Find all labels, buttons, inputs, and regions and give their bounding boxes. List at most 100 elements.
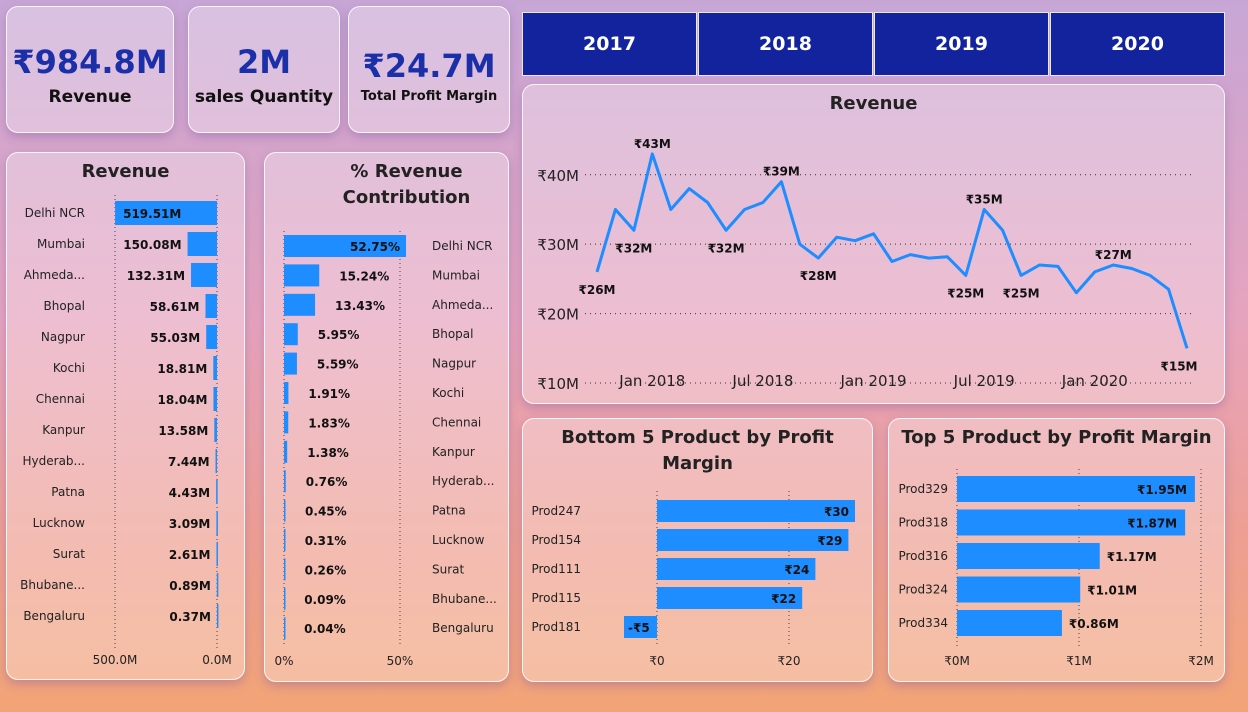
data-label: 18.04M xyxy=(158,393,208,407)
data-label: ₹26M xyxy=(579,283,616,297)
year-button-2019[interactable]: 2019 xyxy=(874,12,1049,76)
category-label: Patna xyxy=(432,504,466,518)
category-label: Bhubane... xyxy=(432,592,497,606)
category-label: Prod181 xyxy=(531,620,581,634)
x-tick-label: 50% xyxy=(387,654,414,668)
category-label: Nagpur xyxy=(41,330,85,344)
data-label: ₹0.86M xyxy=(1069,617,1119,631)
category-label: Prod247 xyxy=(531,504,581,518)
data-label: ₹24 xyxy=(784,563,809,577)
kpi-quantity-value: 2M xyxy=(236,43,292,81)
data-label: 58.61M xyxy=(150,300,200,314)
top5-chart: Prod329 ₹1.95M Prod318 ₹1.87M Prod316 ₹1.17M P… xyxy=(898,469,1214,668)
bar xyxy=(191,263,217,287)
data-label: ₹1.17M xyxy=(1107,550,1157,564)
category-label: Lucknow xyxy=(432,533,485,547)
category-label: Kochi xyxy=(53,361,85,375)
data-label: 0.04% xyxy=(304,622,346,636)
x-tick-label: Jul 2018 xyxy=(731,372,793,390)
category-label: Lucknow xyxy=(33,516,86,530)
bar xyxy=(284,499,286,522)
data-label: 1.38% xyxy=(307,446,349,460)
data-label: 13.58M xyxy=(158,424,208,438)
data-label: 0.09% xyxy=(304,593,346,607)
category-label: Mumbai xyxy=(432,268,480,282)
category-label: Prod324 xyxy=(898,583,948,597)
bar xyxy=(187,232,217,256)
category-label: Bengaluru xyxy=(23,609,85,623)
data-label: ₹25M xyxy=(947,286,984,300)
bar xyxy=(284,293,316,316)
y-tick-label: ₹10M xyxy=(537,375,579,393)
category-label: Delhi NCR xyxy=(432,239,492,253)
bar xyxy=(215,449,218,473)
data-label: ₹27M xyxy=(1095,248,1132,262)
year-button-2020[interactable]: 2020 xyxy=(1050,12,1225,76)
x-tick-label: Jan 2020 xyxy=(1061,372,1128,390)
data-label: ₹30 xyxy=(824,505,849,519)
bar xyxy=(216,542,218,566)
category-label: Bhopal xyxy=(44,299,85,313)
data-label: 5.59% xyxy=(317,358,359,372)
category-label: Ahmeda... xyxy=(432,298,493,312)
bar xyxy=(284,264,320,287)
category-label: Ahmeda... xyxy=(24,268,85,282)
bar xyxy=(213,356,217,380)
data-label: 5.95% xyxy=(318,328,360,342)
bar xyxy=(284,440,288,463)
data-label: 519.51M xyxy=(123,207,181,221)
data-label: ₹28M xyxy=(800,269,837,283)
data-label: 0.26% xyxy=(305,563,347,577)
kpi-revenue-value: ₹984.8M xyxy=(12,43,168,81)
bar xyxy=(284,352,297,375)
contribution-card: % Revenue Contribution 52.75% Delhi NCR 15… xyxy=(264,152,509,682)
bar xyxy=(284,587,286,610)
revenue-trend-card: Revenue ₹10M ₹20M ₹30M ₹40M Jan 2018 Jul 2018… xyxy=(522,84,1225,404)
category-label: Prod318 xyxy=(898,516,948,530)
bottom5-card: Bottom 5 Product by Profit Margin Prod24… xyxy=(522,418,873,682)
x-tick-label: 0.0M xyxy=(202,653,231,667)
data-label: 18.81M xyxy=(157,362,207,376)
bar xyxy=(284,470,286,493)
y-tick-label: ₹30M xyxy=(537,236,579,254)
category-label: Delhi NCR xyxy=(25,206,85,220)
year-button-2018[interactable]: 2018 xyxy=(698,12,873,76)
x-tick-label: Jan 2019 xyxy=(840,372,907,390)
data-label: 55.03M xyxy=(150,331,200,345)
data-label: ₹32M xyxy=(615,241,652,255)
x-tick-label: Jul 2019 xyxy=(953,372,1015,390)
bar xyxy=(216,604,219,628)
data-label: 0.31% xyxy=(305,534,347,548)
category-label: Prod154 xyxy=(531,533,581,547)
bar xyxy=(284,558,286,581)
year-button-2017[interactable]: 2017 xyxy=(522,12,697,76)
data-label: 7.44M xyxy=(168,455,210,469)
x-tick-label: ₹20 xyxy=(778,654,801,668)
data-label: ₹32M xyxy=(708,241,745,255)
data-label: 2.61M xyxy=(169,548,211,562)
data-label: 52.75% xyxy=(350,240,400,254)
bar xyxy=(216,511,218,535)
y-tick-label: ₹40M xyxy=(537,167,579,185)
kpi-profit-label: Total Profit Margin xyxy=(360,89,498,104)
category-label: Surat xyxy=(53,547,86,561)
kpi-quantity-label: sales Quantity xyxy=(194,87,334,107)
kpi-revenue-card: ₹984.8M Revenue xyxy=(6,6,174,133)
x-tick-label: 500.0M xyxy=(93,653,138,667)
data-label: -₹5 xyxy=(628,621,650,635)
kpi-revenue-label: Revenue xyxy=(48,87,132,107)
data-label: ₹29 xyxy=(817,534,842,548)
bar xyxy=(284,411,289,434)
data-label: ₹1.95M xyxy=(1137,483,1187,497)
category-label: Nagpur xyxy=(432,357,476,371)
data-label: ₹22 xyxy=(771,592,796,606)
data-label: 0.37M xyxy=(169,610,211,624)
x-tick-label: ₹0M xyxy=(944,654,970,668)
category-label: Hyderab... xyxy=(432,474,494,488)
data-label: ₹1.01M xyxy=(1087,584,1137,598)
data-label: 0.89M xyxy=(169,579,211,593)
category-label: Prod329 xyxy=(898,482,948,496)
x-tick-label: Jan 2018 xyxy=(618,372,685,390)
bottom5-chart: Prod247 ₹30 Prod154 ₹29 Prod111 ₹24 Prod115 ₹22… xyxy=(531,491,855,668)
bar xyxy=(205,294,217,318)
